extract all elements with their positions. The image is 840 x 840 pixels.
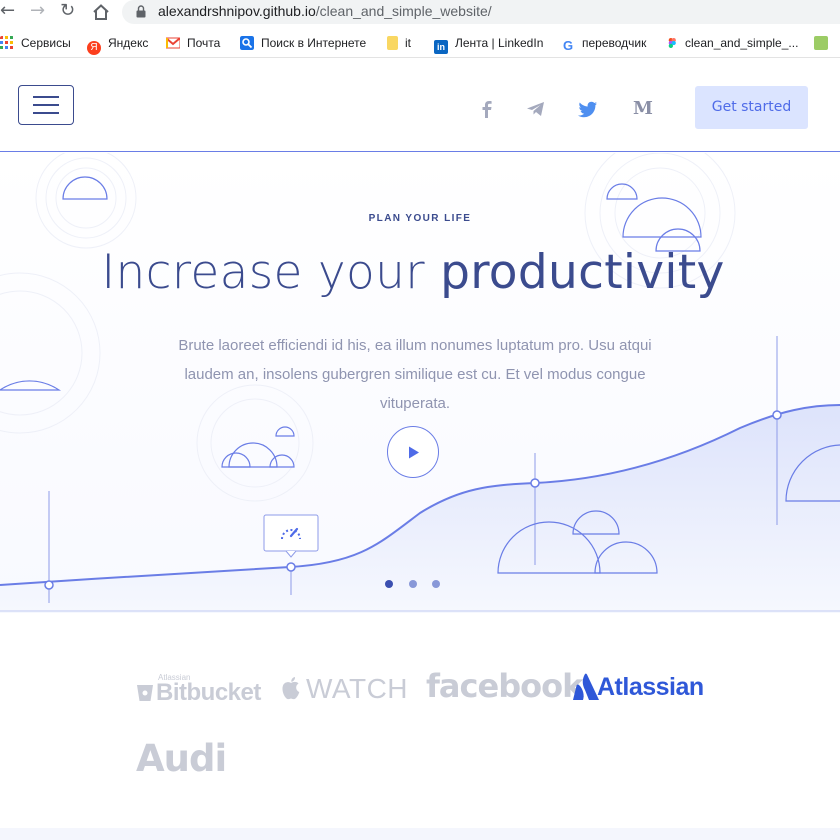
bookmark-translator[interactable]: Gпереводчик [561,34,647,53]
facebook-logo: facebook [426,667,583,705]
carousel-dot-3[interactable] [432,580,440,588]
browser-toolbar: ← → ↻ alexandrshnipov.github.io/clean_an… [0,0,840,24]
gmail-icon [166,37,180,49]
hero-description: Brute laoreet efficiendi id his, ea illu… [178,337,652,412]
site-header: M Get started [0,62,840,152]
bookmark-figma[interactable]: clean_and_simple_... [668,34,798,52]
headline-light: Increase your [101,245,441,300]
background-rings [0,153,736,502]
menu-line [33,112,59,114]
client-logos: Atlassian Bitbucket WATCH facebook Atlas… [0,613,840,828]
medium-icon[interactable]: M [633,98,655,120]
atlassian-label: Atlassian [597,673,704,701]
bookmark-label: clean_and_simple_... [685,36,799,50]
url-host: alexandrshnipov.github.io [158,3,316,19]
folder-icon [387,36,398,50]
apps-grid-icon [0,36,13,49]
back-arrow-icon[interactable]: ← [0,0,15,24]
linkedin-icon: in [434,40,448,54]
bookmark-it[interactable]: it [387,34,411,52]
speedometer-tooltip [263,514,319,558]
bookmark-linkedin[interactable]: in Лента | LinkedIn [434,34,544,54]
bitbucket-icon [137,685,153,701]
apple-icon [282,677,300,700]
lock-icon [136,5,146,18]
facebook-icon[interactable] [476,98,498,120]
bookmark-label: Поиск в Интернете [261,36,367,50]
audi-logo: Audi [136,737,227,780]
url-path: /clean_and_simple_website/ [315,3,492,19]
url-text: alexandrshnipov.github.io/clean_and_simp… [158,3,492,19]
bookmark-yandex[interactable]: Я Яндекс [87,34,149,55]
bookmark-label: Яндекс [108,36,149,50]
headline-bold: productivity [440,245,725,300]
search-icon [240,36,254,50]
hero-eyebrow: PLAN YOUR LIFE [368,213,472,224]
get-started-button[interactable]: Get started [695,86,808,129]
bookmark-label: Лента | LinkedIn [455,36,544,50]
carousel-dot-2[interactable] [409,580,417,588]
bookmark-label: переводчик [582,36,647,50]
figma-icon [668,38,676,48]
menu-line [33,104,59,106]
hero-section: PLAN YOUR LIFE Increase your productivit… [0,153,840,613]
atlassian-icon [573,673,599,700]
yandex-icon: Я [87,41,101,55]
bookmark-services[interactable]: Сервисы [0,34,71,52]
bookmark-image-icon[interactable] [814,36,828,50]
bookmark-label: it [405,36,411,50]
play-video-button[interactable] [387,426,439,478]
home-icon[interactable] [92,3,110,21]
forward-arrow-icon[interactable]: → [30,0,45,24]
bookmark-label: Почта [187,36,221,50]
watch-label: WATCH [306,673,409,704]
play-icon [409,446,419,459]
twitter-icon[interactable] [577,98,599,120]
bookmark-search[interactable]: Поиск в Интернете [240,34,366,52]
carousel-dots [385,580,445,590]
bookmark-label: Сервисы [21,36,71,50]
hero-headline: Increase your productivity [0,245,826,300]
hamburger-menu-button[interactable] [18,85,74,125]
reload-icon[interactable]: ↻ [60,0,75,24]
bookmarks-bar: Сервисы Я Яндекс Почта Поиск в Интернете … [0,28,840,58]
next-section-edge [0,828,840,840]
menu-line [33,96,59,98]
bookmark-mail[interactable]: Почта [166,34,220,52]
bitbucket-label: Bitbucket [156,679,261,706]
telegram-icon[interactable] [525,98,547,120]
google-icon: G [562,38,574,53]
carousel-dot-1[interactable] [385,580,393,588]
address-bar[interactable]: alexandrshnipov.github.io/clean_and_simp… [122,0,840,24]
